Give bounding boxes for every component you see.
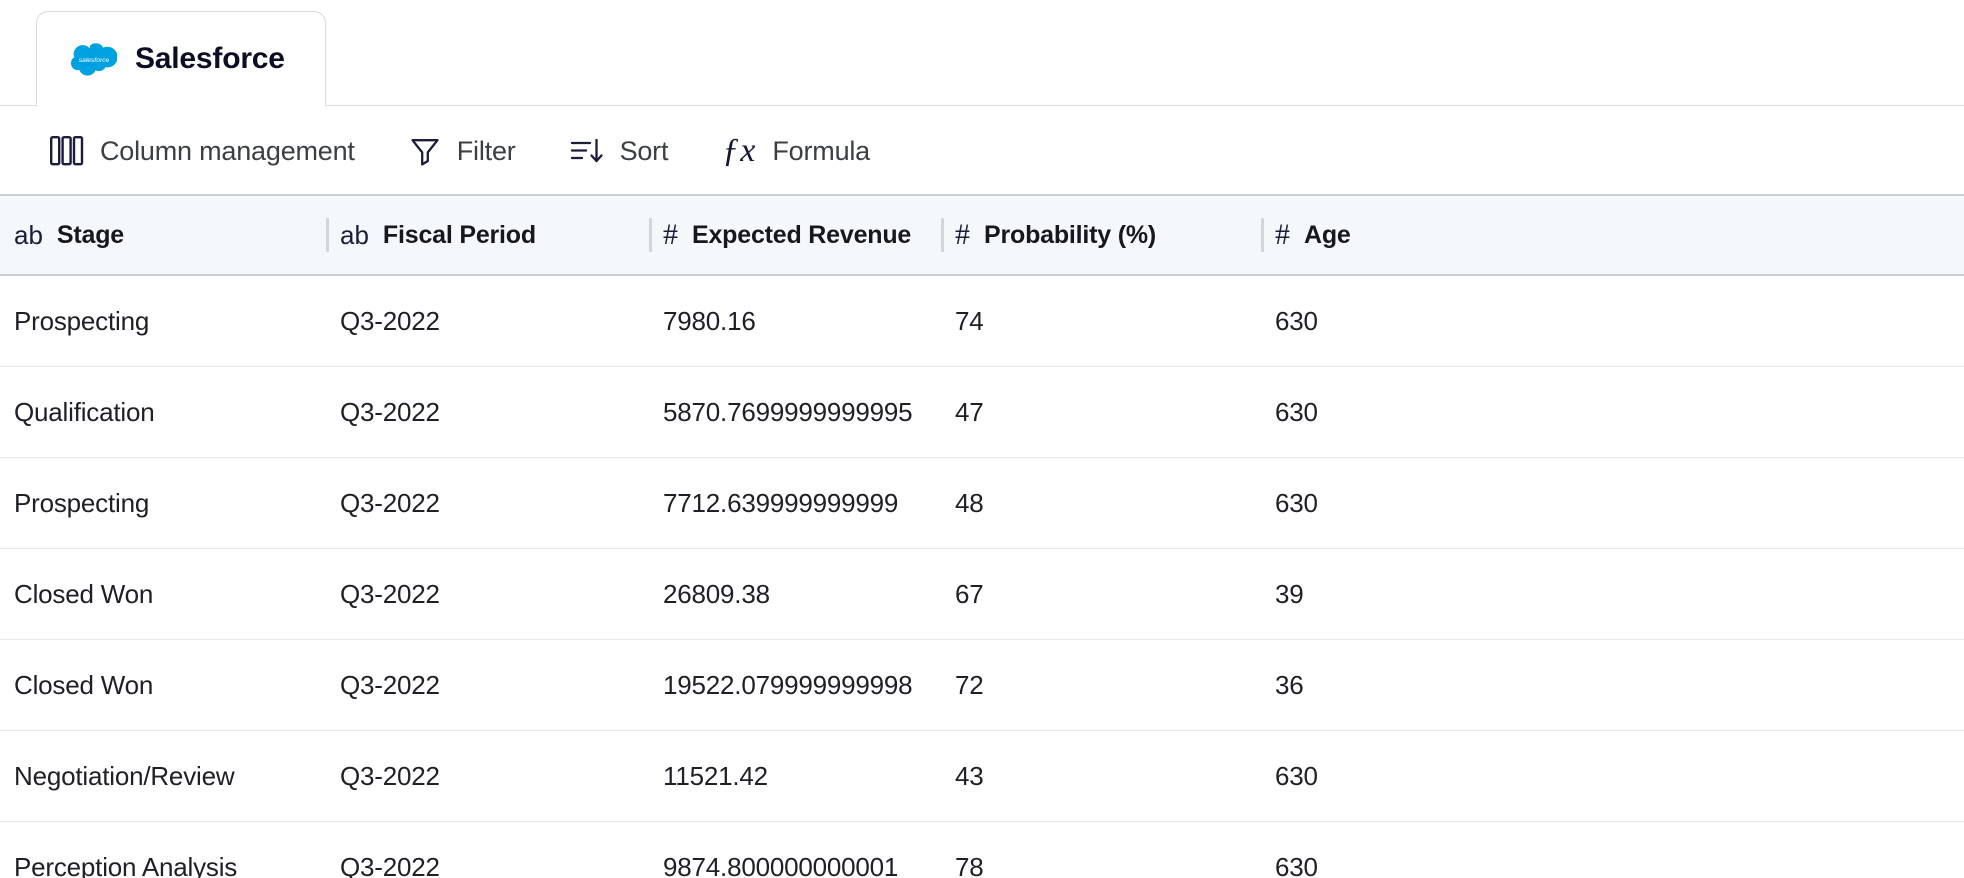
formula-label: Formula — [772, 135, 870, 166]
cell-stage[interactable]: Perception Analysis — [0, 822, 326, 878]
table-row[interactable]: Perception Analysis Q3-2022 9874.8000000… — [0, 822, 1964, 878]
cell-stage[interactable]: Negotiation/Review — [0, 731, 326, 821]
cell-fiscal-period[interactable]: Q3-2022 — [326, 458, 649, 548]
cell-probability[interactable]: 47 — [941, 367, 1261, 457]
cell-fiscal-period[interactable]: Q3-2022 — [326, 640, 649, 730]
cell-stage[interactable]: Closed Won — [0, 640, 326, 730]
table-row[interactable]: Negotiation/Review Q3-2022 11521.42 43 6… — [0, 731, 1964, 822]
cell-expected-revenue[interactable]: 7980.16 — [649, 276, 941, 366]
cell-expected-revenue[interactable]: 9874.800000000001 — [649, 822, 941, 878]
column-header-label: Fiscal Period — [382, 220, 536, 249]
cell-fiscal-period[interactable]: Q3-2022 — [326, 276, 649, 366]
column-header-label: Age — [1304, 220, 1351, 249]
column-header-fiscal-period[interactable]: ab Fiscal Period — [326, 196, 649, 274]
column-header-label: Probability (%) — [984, 220, 1157, 249]
table-row[interactable]: Qualification Q3-2022 5870.7699999999995… — [0, 367, 1964, 458]
sort-label: Sort — [619, 135, 669, 166]
filter-button[interactable]: Filter — [409, 135, 516, 167]
columns-icon — [50, 136, 84, 166]
number-type-icon: # — [955, 218, 970, 251]
filter-label: Filter — [456, 135, 516, 166]
cell-stage[interactable]: Prospecting — [0, 458, 326, 548]
column-header-label: Stage — [56, 220, 125, 249]
cell-age[interactable]: 36 — [1261, 640, 1964, 730]
cell-fiscal-period[interactable]: Q3-2022 — [326, 822, 649, 878]
column-header-expected-revenue[interactable]: # Expected Revenue — [649, 196, 941, 274]
svg-text:salesforce: salesforce — [79, 57, 110, 64]
tab-bar: salesforce Salesforce — [0, 0, 1964, 107]
column-management-button[interactable]: Column management — [50, 136, 355, 167]
cell-expected-revenue[interactable]: 19522.079999999998 — [649, 640, 941, 730]
text-type-icon: ab — [340, 220, 369, 250]
cell-fiscal-period[interactable]: Q3-2022 — [326, 731, 649, 821]
column-management-label: Column management — [100, 135, 355, 166]
funnel-icon — [409, 135, 441, 167]
cell-probability[interactable]: 78 — [941, 822, 1261, 878]
cell-expected-revenue[interactable]: 26809.38 — [649, 549, 941, 639]
table-row[interactable]: Prospecting Q3-2022 7712.639999999999 48… — [0, 458, 1964, 549]
sort-descending-icon — [570, 136, 604, 166]
cell-fiscal-period[interactable]: Q3-2022 — [326, 549, 649, 639]
table-row[interactable]: Prospecting Q3-2022 7980.16 74 630 — [0, 276, 1964, 367]
table-row[interactable]: Closed Won Q3-2022 26809.38 67 39 — [0, 549, 1964, 640]
table-row[interactable]: Closed Won Q3-2022 19522.079999999998 72… — [0, 640, 1964, 731]
sort-button[interactable]: Sort — [570, 135, 669, 167]
toolbar: Column management Filter Sort ƒx Formula — [0, 106, 1964, 196]
salesforce-cloud-icon: salesforce — [71, 42, 117, 76]
data-grid: ab Stage ab Fiscal Period # Expected Rev… — [0, 196, 1964, 878]
cell-probability[interactable]: 72 — [941, 640, 1261, 730]
column-header-age[interactable]: # Age — [1261, 196, 1964, 274]
cell-age[interactable]: 630 — [1261, 822, 1964, 878]
cell-stage[interactable]: Prospecting — [0, 276, 326, 366]
cell-expected-revenue[interactable]: 11521.42 — [649, 731, 941, 821]
cell-age[interactable]: 630 — [1261, 458, 1964, 548]
cell-expected-revenue[interactable]: 7712.639999999999 — [649, 458, 941, 548]
number-type-icon: # — [1275, 218, 1290, 251]
cell-stage[interactable]: Closed Won — [0, 549, 326, 639]
cell-age[interactable]: 630 — [1261, 731, 1964, 821]
cell-fiscal-period[interactable]: Q3-2022 — [326, 367, 649, 457]
column-header-probability[interactable]: # Probability (%) — [941, 196, 1261, 274]
cell-age[interactable]: 630 — [1261, 367, 1964, 457]
tab-label: Salesforce — [135, 42, 285, 75]
formula-button[interactable]: ƒx Formula — [722, 134, 870, 168]
cell-probability[interactable]: 43 — [941, 731, 1261, 821]
cell-age[interactable]: 630 — [1261, 276, 1964, 366]
column-header-stage[interactable]: ab Stage — [0, 196, 326, 274]
text-type-icon: ab — [14, 220, 43, 250]
table-header-row: ab Stage ab Fiscal Period # Expected Rev… — [0, 196, 1964, 276]
cell-probability[interactable]: 67 — [941, 549, 1261, 639]
cell-probability[interactable]: 74 — [941, 276, 1261, 366]
cell-stage[interactable]: Qualification — [0, 367, 326, 457]
number-type-icon: # — [663, 218, 678, 251]
tab-salesforce[interactable]: salesforce Salesforce — [36, 11, 326, 107]
cell-age[interactable]: 39 — [1261, 549, 1964, 639]
cell-probability[interactable]: 48 — [941, 458, 1261, 548]
cell-expected-revenue[interactable]: 5870.7699999999995 — [649, 367, 941, 457]
fx-icon: ƒx — [722, 132, 757, 169]
column-header-label: Expected Revenue — [692, 220, 912, 249]
